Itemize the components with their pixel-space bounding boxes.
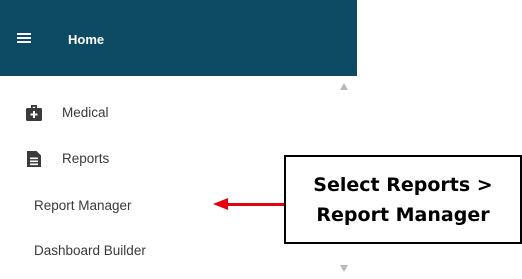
sidebar-item-medical[interactable]: Medical	[0, 95, 330, 129]
callout-line-2: Report Manager	[316, 203, 490, 226]
red-arrow-shaft	[226, 203, 284, 206]
instruction-callout: Select Reports > Report Manager	[284, 155, 522, 244]
sidebar-item-report-manager[interactable]: Report Manager	[0, 189, 330, 223]
sidebar-item-dashboard-builder[interactable]: Dashboard Builder	[0, 234, 330, 268]
sidebar-header: Home	[0, 0, 357, 76]
hamburger-menu-icon[interactable]	[17, 33, 31, 44]
scroll-down-arrow-icon[interactable]	[340, 265, 348, 272]
callout-line-1: Select Reports >	[313, 173, 493, 196]
header-title: Home	[68, 32, 105, 47]
document-icon	[27, 151, 41, 167]
sidebar-item-reports[interactable]: Reports	[0, 142, 330, 176]
scroll-up-arrow-icon[interactable]	[340, 83, 348, 90]
medical-bag-icon	[26, 105, 42, 121]
sidebar-item-label: Medical	[62, 105, 109, 120]
sidebar-item-label: Report Manager	[34, 198, 132, 213]
sidebar-item-label: Dashboard Builder	[34, 243, 146, 258]
sidebar-item-label: Reports	[62, 151, 110, 166]
